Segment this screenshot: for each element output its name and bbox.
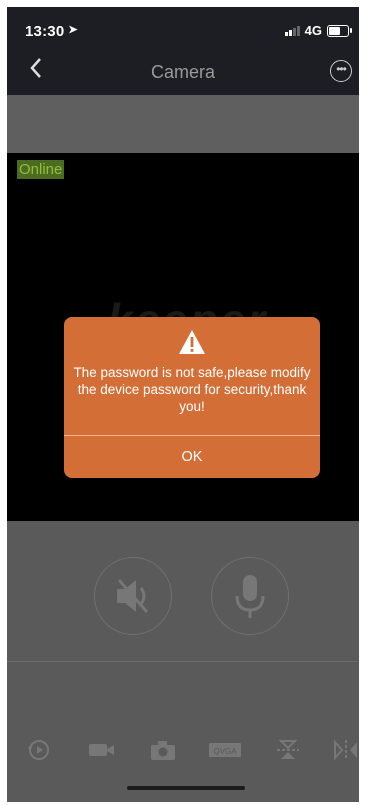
top-spacer	[7, 95, 359, 153]
ellipsis-icon: •••	[336, 62, 347, 76]
flip-vertical-button[interactable]	[273, 738, 303, 760]
quality-button[interactable]: QVGA	[208, 738, 242, 760]
speaker-muted-icon	[117, 579, 149, 613]
audio-controls	[7, 521, 359, 661]
status-indicators: 4G	[284, 23, 352, 38]
flip-horizontal-icon	[334, 739, 357, 761]
microphone-icon	[235, 575, 265, 618]
camera-icon	[151, 741, 175, 760]
flip-vertical-icon	[277, 740, 299, 759]
dialog-message: The password is not safe,please modify t…	[73, 365, 311, 414]
microphone-button[interactable]	[211, 557, 289, 635]
status-time-text: 13:30	[25, 23, 65, 40]
home-indicator[interactable]	[127, 786, 245, 790]
video-camera-icon	[89, 744, 114, 756]
warning-icon	[179, 330, 205, 354]
battery-icon	[327, 24, 352, 37]
bottom-toolbar: QVGA	[7, 662, 359, 802]
status-time: 13:30 ➤	[25, 23, 78, 40]
playback-button[interactable]	[24, 738, 54, 760]
signal-icon	[284, 25, 300, 36]
record-video-button[interactable]	[87, 738, 117, 760]
network-type: 4G	[304, 23, 322, 38]
quality-label: QVGA	[213, 747, 237, 756]
location-arrow-icon: ➤	[68, 24, 78, 36]
more-options-button[interactable]: •••	[330, 60, 352, 82]
camera-screen: 13:30➤ 4G Camera ••• Online keeper	[7, 7, 359, 802]
flip-horizontal-button[interactable]	[331, 738, 359, 761]
snapshot-button[interactable]	[148, 738, 178, 760]
online-status-badge: Online	[17, 160, 65, 179]
ok-button[interactable]: OK	[64, 436, 320, 478]
security-alert-dialog: The password is not safe,please modify t…	[64, 317, 320, 478]
quality-badge-icon: QVGA	[209, 743, 241, 757]
page-title: Camera	[150, 62, 216, 82]
top-bar: 13:30 ➤ 4G Camera •••	[7, 7, 359, 95]
speaker-mute-button[interactable]	[94, 557, 172, 635]
playback-icon	[28, 740, 49, 760]
